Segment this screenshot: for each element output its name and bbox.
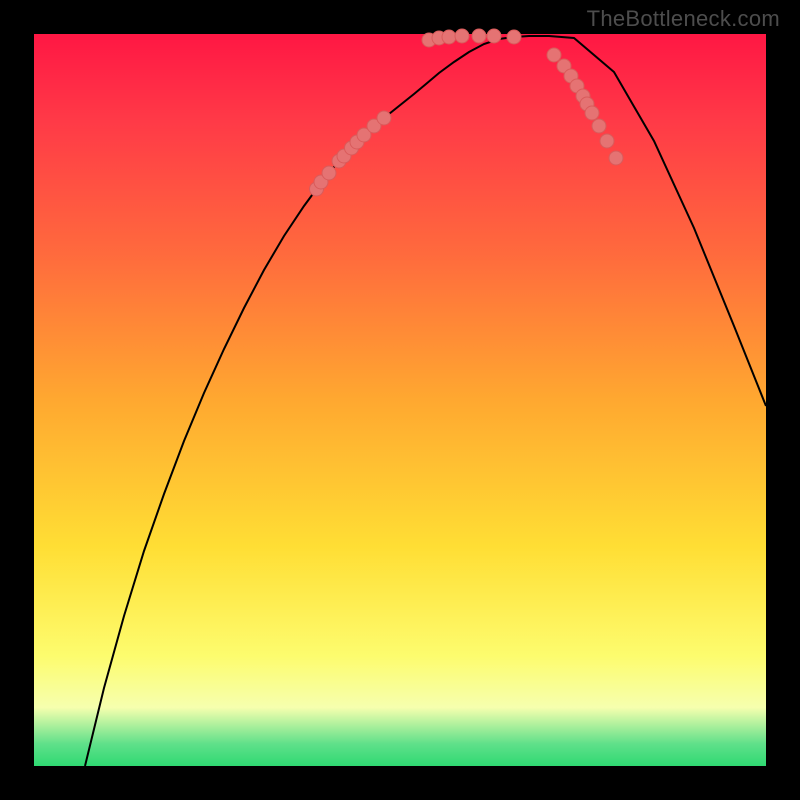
chart-frame: TheBottleneck.com (0, 0, 800, 800)
data-point (609, 151, 623, 165)
data-point (455, 29, 469, 43)
data-point (585, 106, 599, 120)
data-point (507, 30, 521, 44)
gradient-plot-area (34, 34, 766, 766)
watermark-text: TheBottleneck.com (587, 6, 780, 32)
data-point (600, 134, 614, 148)
data-point (322, 166, 336, 180)
data-point (487, 29, 501, 43)
bottleneck-curve-svg (34, 34, 766, 766)
data-point (377, 111, 391, 125)
data-point (472, 29, 486, 43)
bottleneck-curve-path (85, 36, 766, 766)
data-point (442, 30, 456, 44)
data-point (592, 119, 606, 133)
data-point (547, 48, 561, 62)
